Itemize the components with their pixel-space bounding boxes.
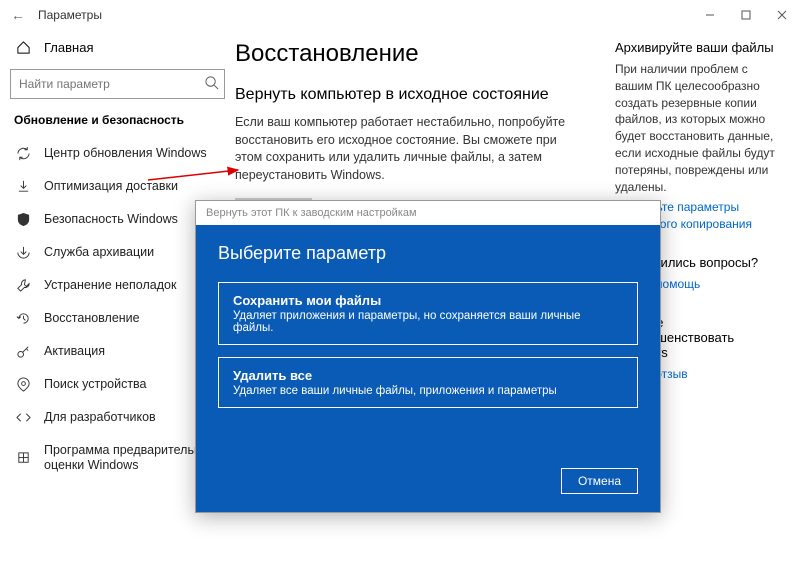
page-title: Восстановление	[235, 40, 595, 68]
option-desc: Удаляет приложения и параметры, но сохра…	[233, 310, 623, 334]
sidebar-item-update[interactable]: Центр обновления Windows	[0, 137, 235, 170]
home-label: Главная	[44, 40, 93, 55]
dialog-title: Вернуть этот ПК к заводским настройкам	[196, 201, 660, 225]
dialog-heading: Выберите параметр	[218, 243, 638, 264]
sidebar-item-label: Центр обновления Windows	[44, 146, 221, 161]
flag-icon	[14, 451, 32, 466]
option-keep-files[interactable]: Сохранить мои файлы Удаляет приложения и…	[218, 282, 638, 345]
download-icon	[14, 179, 32, 194]
sync-icon	[14, 146, 32, 161]
home-icon	[14, 40, 32, 55]
minimize-button[interactable]	[692, 0, 728, 30]
titlebar: ← Параметры	[0, 0, 800, 30]
search-icon	[204, 75, 219, 95]
code-icon	[14, 410, 32, 425]
shield-icon	[14, 212, 32, 227]
sidebar-item-label: Оптимизация доставки	[44, 179, 221, 194]
history-icon	[14, 311, 32, 326]
backup-icon	[14, 245, 32, 260]
close-button[interactable]	[764, 0, 800, 30]
section-heading: Обновление и безопасность	[0, 113, 235, 137]
option-title: Удалить все	[233, 368, 623, 383]
wrench-icon	[14, 278, 32, 293]
backup-text: При наличии проблем с вашим ПК целесообр…	[615, 61, 780, 195]
sidebar-item-delivery[interactable]: Оптимизация доставки	[0, 170, 235, 203]
window-controls	[692, 0, 800, 30]
section-desc: Если ваш компьютер работает нестабильно,…	[235, 114, 575, 184]
search-input[interactable]	[10, 69, 225, 99]
section-title: Вернуть компьютер в исходное состояние	[235, 86, 595, 104]
location-icon	[14, 377, 32, 392]
maximize-button[interactable]	[728, 0, 764, 30]
search-wrap	[10, 69, 225, 99]
key-icon	[14, 344, 32, 359]
option-desc: Удаляет все ваши личные файлы, приложени…	[233, 385, 623, 397]
reset-dialog: Вернуть этот ПК к заводским настройкам В…	[195, 200, 661, 513]
option-title: Сохранить мои файлы	[233, 293, 623, 308]
window-title: Параметры	[38, 8, 102, 22]
back-icon[interactable]: ←	[8, 7, 28, 23]
backup-heading: Архивируйте ваши файлы	[615, 40, 780, 55]
option-remove-all[interactable]: Удалить все Удаляет все ваши личные файл…	[218, 357, 638, 408]
home-link[interactable]: Главная	[0, 34, 235, 61]
cancel-button[interactable]: Отмена	[561, 468, 638, 494]
